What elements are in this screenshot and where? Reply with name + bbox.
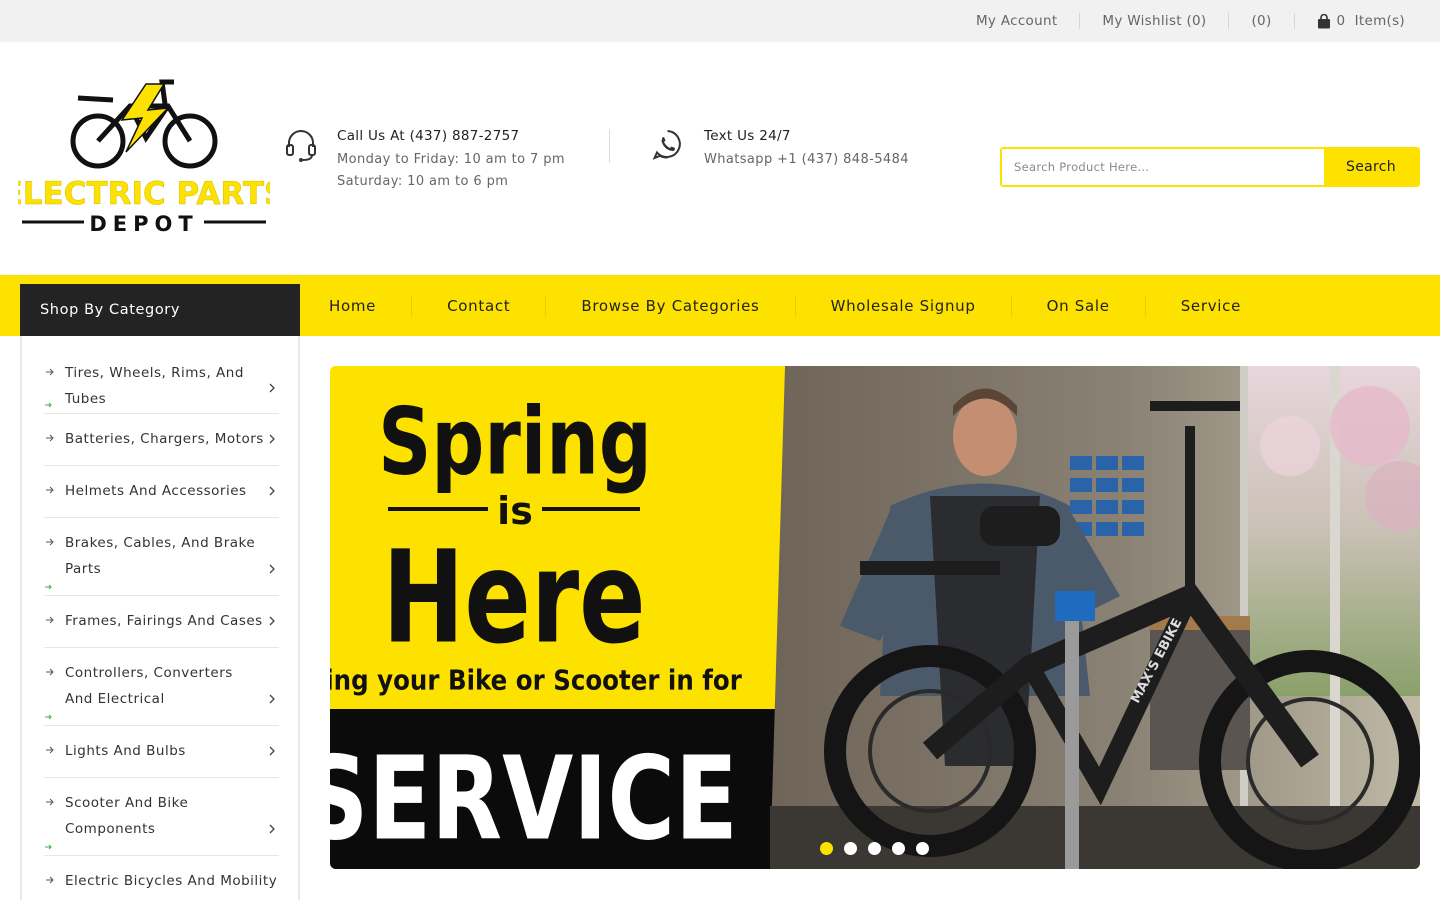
menu-browse-by-categories[interactable]: Browse By Categories bbox=[546, 297, 794, 315]
category-label: Batteries, Chargers, Motors bbox=[65, 431, 264, 447]
compare-link[interactable]: (0) bbox=[1251, 13, 1271, 29]
slider-dots bbox=[820, 842, 940, 855]
banner-spring-text: Spring bbox=[378, 387, 652, 495]
arrow-bullet-icon bbox=[46, 434, 54, 442]
my-wishlist-link[interactable]: My Wishlist (0) bbox=[1102, 13, 1206, 29]
divider bbox=[1293, 13, 1295, 29]
arrow-bullet-icon bbox=[46, 746, 54, 754]
divider bbox=[1079, 13, 1081, 29]
logo-text-line1: ELECTRIC PARTS bbox=[18, 176, 270, 212]
slider-dot-5[interactable] bbox=[916, 842, 929, 855]
category-item-lights[interactable]: Lights And Bulbs bbox=[44, 726, 279, 778]
logo-graphic: ELECTRIC PARTS DEPOT bbox=[1, 79, 287, 236]
divider bbox=[545, 294, 547, 317]
chevron-right-icon bbox=[269, 746, 275, 756]
divider bbox=[1144, 294, 1146, 317]
divider bbox=[1228, 13, 1230, 29]
arrow-bullet-green-icon bbox=[45, 714, 52, 720]
search-bar: Search bbox=[1000, 147, 1420, 187]
arrow-bullet-green-icon bbox=[45, 584, 52, 590]
contact-phone-hours-saturday: Saturday: 10 am to 6 pm bbox=[337, 174, 509, 189]
divider bbox=[411, 294, 413, 317]
banner-promo-text: Spring is Here Bring your Bike or Scoote… bbox=[330, 366, 785, 869]
category-label: Brakes, Cables, And Brake Parts bbox=[65, 535, 256, 577]
site-logo[interactable]: ELECTRIC PARTS DEPOT bbox=[1, 76, 287, 238]
arrow-bullet-icon bbox=[46, 486, 54, 494]
divider bbox=[609, 129, 610, 163]
chevron-right-icon bbox=[269, 564, 275, 574]
whatsapp-icon bbox=[652, 130, 681, 160]
banner-here-text: Here bbox=[382, 524, 645, 672]
arrow-bullet-icon bbox=[46, 876, 54, 884]
category-item-electric-bicycles[interactable]: Electric Bicycles And Mobility bbox=[44, 856, 279, 900]
category-item-controllers[interactable]: Controllers, Converters And Electrical bbox=[44, 648, 279, 726]
cart-label: Item(s) bbox=[1354, 13, 1405, 29]
menu-wholesale-signup[interactable]: Wholesale Signup bbox=[796, 297, 1011, 315]
slider-dot-2[interactable] bbox=[844, 842, 857, 855]
hero-banner-slider[interactable]: Spring is Here Bring your Bike or Scoote… bbox=[330, 366, 1420, 869]
search-input[interactable] bbox=[1002, 149, 1324, 185]
banner-bring-text: Bring your Bike or Scooter in for bbox=[330, 665, 742, 697]
slider-dot-4[interactable] bbox=[892, 842, 905, 855]
main-menu: Home Contact Browse By Categories Wholes… bbox=[300, 275, 1276, 336]
category-label: Lights And Bulbs bbox=[65, 743, 186, 759]
contact-phone-hours-weekday: Monday to Friday: 10 am to 7 pm bbox=[337, 152, 565, 167]
cart-link[interactable]: 0 Item(s) bbox=[1317, 13, 1405, 29]
contact-text-title: Text Us 24/7 bbox=[704, 128, 791, 144]
top-links: My Account My Wishlist (0) (0) 0 Item(s) bbox=[976, 0, 1405, 42]
shop-by-category-button[interactable]: Shop By Category bbox=[20, 284, 300, 336]
category-item-tires[interactable]: Tires, Wheels, Rims, And Tubes bbox=[44, 348, 279, 414]
category-item-batteries[interactable]: Batteries, Chargers, Motors bbox=[44, 414, 279, 466]
arrow-bullet-icon bbox=[46, 616, 54, 624]
arrow-bullet-green-icon bbox=[45, 844, 52, 850]
chevron-right-icon bbox=[269, 616, 275, 626]
headset-icon bbox=[286, 130, 316, 162]
category-label: Electric Bicycles And Mobility bbox=[65, 873, 278, 889]
category-label: Scooter And Bike Components bbox=[65, 795, 189, 837]
slider-dot-3[interactable] bbox=[868, 842, 881, 855]
category-label: Helmets And Accessories bbox=[65, 483, 247, 499]
banner-service-text: SERVICE bbox=[330, 731, 738, 866]
divider bbox=[1010, 294, 1012, 317]
arrow-bullet-icon bbox=[46, 798, 54, 806]
cart-count: 0 bbox=[1336, 13, 1346, 29]
top-bar: My Account My Wishlist (0) (0) 0 Item(s) bbox=[0, 0, 1440, 42]
search-button[interactable]: Search bbox=[1324, 149, 1418, 185]
arrow-bullet-green-icon bbox=[45, 402, 52, 408]
category-item-scooter-components[interactable]: Scooter And Bike Components bbox=[44, 778, 279, 856]
my-account-link[interactable]: My Account bbox=[976, 13, 1057, 29]
chevron-right-icon bbox=[269, 486, 275, 496]
banner-mechanic-photo: MAX'S EBIKE bbox=[770, 366, 1420, 869]
contact-whatsapp-number[interactable]: Whatsapp +1 (437) 848-5484 bbox=[704, 149, 909, 171]
shopping-bag-icon bbox=[1317, 13, 1330, 28]
menu-service[interactable]: Service bbox=[1146, 297, 1276, 315]
menu-home[interactable]: Home bbox=[300, 297, 411, 315]
chevron-right-icon bbox=[269, 434, 275, 444]
slider-dot-1[interactable] bbox=[820, 842, 833, 855]
arrow-bullet-icon bbox=[46, 538, 54, 546]
category-label: Controllers, Converters And Electrical bbox=[65, 665, 233, 707]
chevron-right-icon bbox=[269, 694, 275, 704]
category-item-frames[interactable]: Frames, Fairings And Cases bbox=[44, 596, 279, 648]
chevron-right-icon bbox=[269, 383, 275, 393]
divider bbox=[794, 294, 796, 317]
menu-contact[interactable]: Contact bbox=[412, 297, 545, 315]
category-item-helmets[interactable]: Helmets And Accessories bbox=[44, 466, 279, 518]
category-label: Tires, Wheels, Rims, And Tubes bbox=[65, 365, 244, 407]
category-sidebar: Tires, Wheels, Rims, And Tubes Batteries… bbox=[20, 336, 300, 900]
contact-phone-title[interactable]: Call Us At (437) 887-2757 bbox=[337, 126, 565, 149]
menu-on-sale[interactable]: On Sale bbox=[1012, 297, 1145, 315]
category-label: Frames, Fairings And Cases bbox=[65, 613, 263, 629]
arrow-bullet-icon bbox=[46, 368, 54, 376]
logo-text-line2: DEPOT bbox=[89, 212, 198, 236]
chevron-right-icon bbox=[269, 824, 275, 834]
category-item-brakes[interactable]: Brakes, Cables, And Brake Parts bbox=[44, 518, 279, 596]
arrow-bullet-icon bbox=[46, 668, 54, 676]
